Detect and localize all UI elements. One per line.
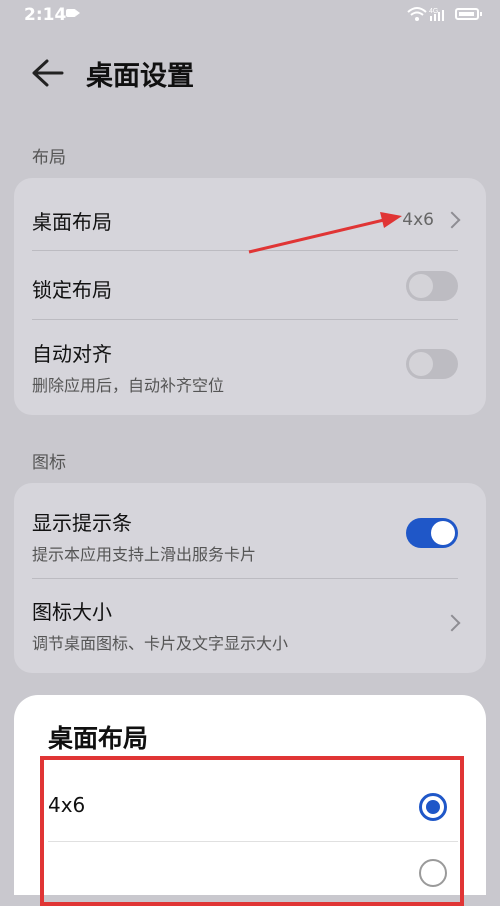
wifi-icon: 4G <box>407 7 444 21</box>
screen-record-icon <box>66 9 80 17</box>
show-hint-bar-row: 显示提示条 提示本应用支持上滑出服务卡片 <box>14 483 486 578</box>
show-hint-bar-description: 提示本应用支持上滑出服务卡片 <box>32 545 257 564</box>
desktop-layout-label: 桌面布局 <box>32 210 112 234</box>
status-time: 2:14 <box>24 5 67 25</box>
battery-icon <box>455 8 482 20</box>
layout-option-radio-selected[interactable] <box>419 793 447 821</box>
section-label-icons: 图标 <box>32 453 66 473</box>
show-hint-bar-toggle[interactable] <box>406 518 458 548</box>
layout-option-radio[interactable] <box>419 859 447 887</box>
lock-layout-row: 锁定布局 <box>14 251 486 319</box>
toggle-knob <box>409 274 433 298</box>
auto-align-label: 自动对齐 <box>32 342 112 366</box>
section-label-layout: 布局 <box>32 148 66 168</box>
lock-layout-toggle[interactable] <box>406 271 458 301</box>
chevron-right-icon <box>443 211 461 229</box>
icon-size-label: 图标大小 <box>32 600 112 624</box>
icon-size-row[interactable]: 图标大小 调节桌面图标、卡片及文字显示大小 <box>14 579 486 673</box>
signal-label: 4G <box>429 8 438 15</box>
desktop-layout-value: 4x6 <box>402 210 434 230</box>
auto-align-row: 自动对齐 删除应用后，自动补齐空位 <box>14 320 486 415</box>
back-arrow-icon[interactable] <box>30 57 64 89</box>
auto-align-description: 删除应用后，自动补齐空位 <box>32 376 225 395</box>
desktop-layout-row[interactable]: 桌面布局 4x6 <box>14 178 486 250</box>
lock-layout-label: 锁定布局 <box>32 278 112 302</box>
annotation-highlight-box <box>40 756 464 906</box>
layout-option-label[interactable]: 4x6 <box>48 793 85 817</box>
sheet-title: 桌面布局 <box>48 724 149 753</box>
status-bar: 2:14 4G <box>0 0 500 34</box>
icons-card: 显示提示条 提示本应用支持上滑出服务卡片 图标大小 调节桌面图标、卡片及文字显示… <box>14 483 486 673</box>
layout-picker-sheet: 桌面布局 4x6 <box>14 695 486 906</box>
toggle-knob <box>409 352 433 376</box>
divider <box>48 841 458 842</box>
show-hint-bar-label: 显示提示条 <box>32 511 132 535</box>
auto-align-toggle[interactable] <box>406 349 458 379</box>
toggle-knob <box>431 521 455 545</box>
chevron-right-icon <box>443 614 461 632</box>
page-title: 桌面设置 <box>86 61 194 92</box>
layout-card: 桌面布局 4x6 锁定布局 自动对齐 删除应用后，自动补齐空位 <box>14 178 486 415</box>
icon-size-description: 调节桌面图标、卡片及文字显示大小 <box>32 634 289 653</box>
